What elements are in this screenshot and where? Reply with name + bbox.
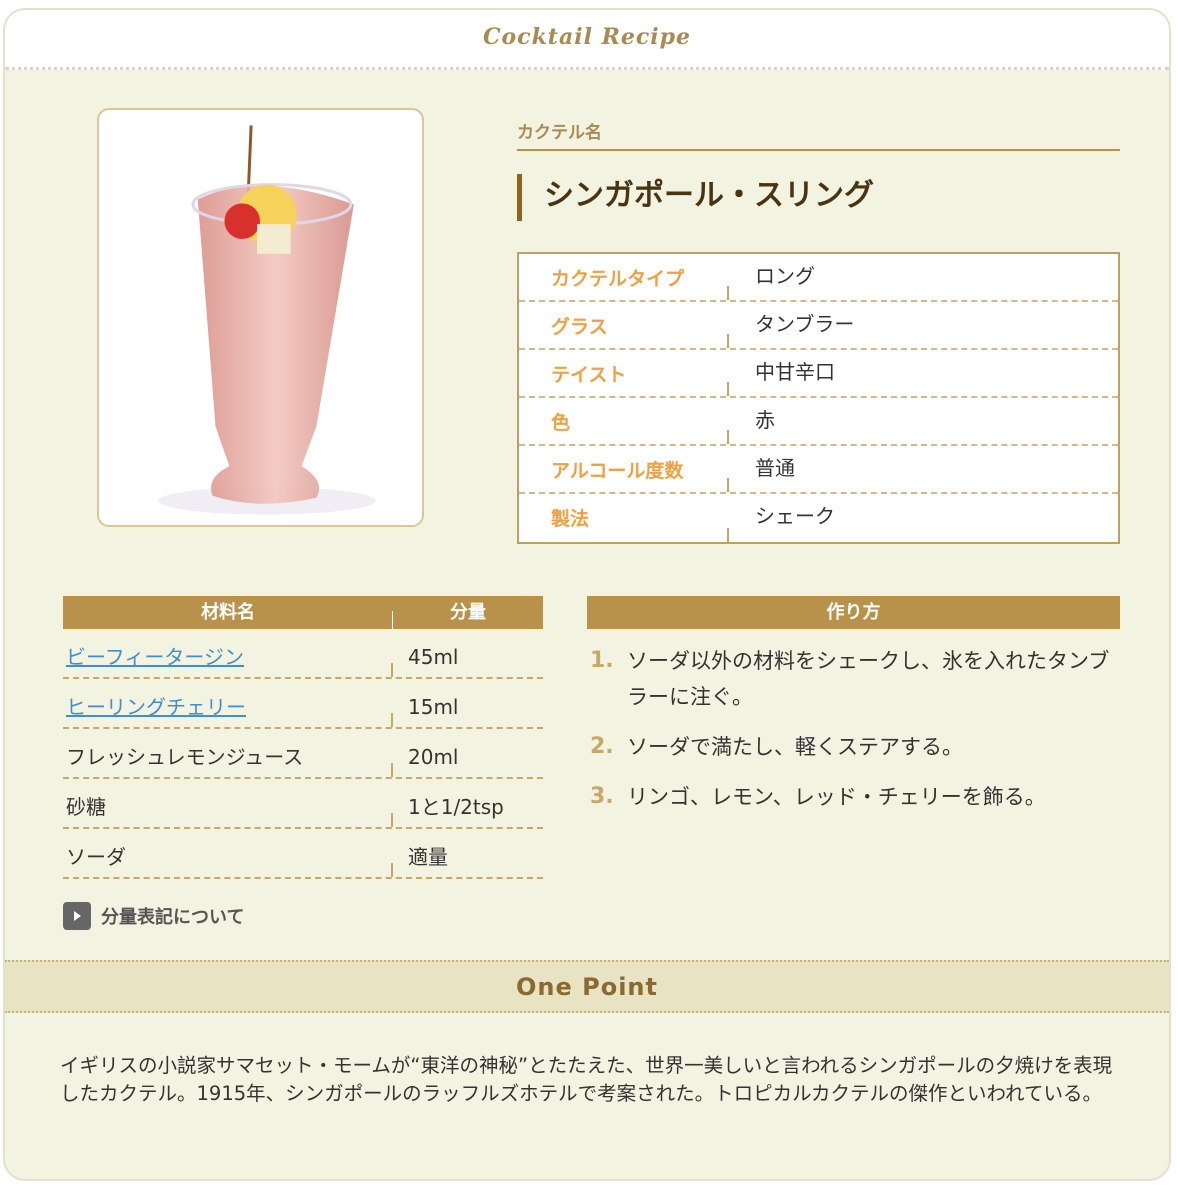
ingredient-amount: 適量 (408, 845, 448, 869)
table-row: ソーダ 適量 (63, 829, 543, 879)
header-name: 材料名 (63, 596, 393, 629)
table-row: フレッシュレモンジュース 20ml (63, 729, 543, 779)
method-section: 作り方 1. ソーダ以外の材料をシェークし、氷を入れたタンブラーに注ぐ。 2. ソー… (587, 596, 1120, 829)
spec-value: 中甘辛口 (755, 360, 835, 384)
spec-value: タンブラー (755, 312, 855, 336)
spec-value: 普通 (755, 456, 795, 480)
spec-value: ロング (755, 264, 815, 288)
logo: Cocktail Recipe (482, 24, 692, 50)
play-arrow-icon (63, 902, 91, 930)
ingredient-name: 砂糖 (63, 779, 393, 827)
spec-label: アルコール度数 (519, 446, 729, 492)
cocktail-name-label: カクテル名 (517, 123, 602, 143)
spec-value: シェーク (755, 504, 835, 528)
spec-row: アルコール度数 普通 (519, 446, 1118, 494)
spec-label: 製法 (519, 494, 729, 542)
table-row: 砂糖 1と1/2tsp (63, 779, 543, 829)
step-number: 1. (590, 648, 614, 673)
table-row: ビーフィータージン 45ml (63, 629, 543, 679)
step-text: ソーダで満たし、軽くステアする。 (627, 735, 963, 759)
ingredient-name: ソーダ (63, 829, 393, 877)
spec-row: 製法 シェーク (519, 494, 1118, 542)
header: Cocktail Recipe (5, 10, 1169, 70)
table-row: ヒーリングチェリー 15ml (63, 679, 543, 729)
ingredient-amount: 45ml (408, 645, 459, 669)
ingredient-amount: 20ml (408, 745, 459, 769)
spec-label: グラス (519, 302, 729, 348)
step-number: 2. (590, 734, 614, 759)
spec-row: グラス タンブラー (519, 302, 1118, 350)
spec-row: 色赤 (519, 398, 1118, 446)
method-header: 作り方 (587, 596, 1120, 629)
ingredients-header: 材料名 分量 (63, 596, 543, 629)
one-point-text: イギリスの小説家サマセット・モームが“東洋の神秘”とたたえた、世界一美しいと言わ… (60, 1054, 1113, 1105)
spec-value: 赤 (755, 408, 775, 432)
method-step: 1. ソーダ以外の材料をシェークし、氷を入れたタンブラーに注ぐ。 (587, 643, 1120, 715)
spec-label: カクテルタイプ (519, 254, 729, 300)
amount-notation-label: 分量表記について (101, 907, 245, 928)
method-step: 3. リンゴ、レモン、レッド・チェリーを飾る。 (587, 779, 1120, 815)
step-text: リンゴ、レモン、レッド・チェリーを飾る。 (627, 785, 1046, 809)
ingredient-link[interactable]: ビーフィータージン (66, 645, 244, 669)
cocktail-name: シンガポール・スリング (517, 174, 874, 221)
step-number: 3. (590, 784, 614, 809)
ingredient-name: フレッシュレモンジュース (63, 729, 393, 777)
ingredient-link[interactable]: ヒーリングチェリー (66, 695, 246, 719)
spec-row: カクテルタイプ ロング (519, 254, 1118, 302)
ingredient-amount: 15ml (408, 695, 459, 719)
amount-notation-link[interactable]: 分量表記について (63, 902, 244, 930)
ingredients-table: 材料名 分量 ビーフィータージン 45ml ヒーリングチェリー 15ml フレッシュレ… (63, 596, 543, 879)
method-step: 2. ソーダで満たし、軽くステアする。 (587, 729, 1120, 765)
spec-row: テイスト 中甘辛口 (519, 350, 1118, 398)
ingredient-amount: 1と1/2tsp (408, 795, 504, 819)
spec-label: テイスト (519, 350, 729, 396)
divider (517, 149, 1120, 151)
spec-table: カクテルタイプ ロング グラス タンブラー テイスト 中甘辛口 色赤 アルコール度数普… (517, 252, 1120, 544)
step-text: ソーダ以外の材料をシェークし、氷を入れたタンブラーに注ぐ。 (627, 649, 1110, 709)
one-point-heading: One Point (5, 960, 1169, 1013)
header-amount: 分量 (450, 602, 486, 623)
cocktail-photo (97, 108, 424, 527)
recipe-card: Cocktail Recipe カクテル名 シンガポール・スリング カクテルタイ… (3, 8, 1171, 1181)
spec-label: 色 (519, 398, 729, 444)
